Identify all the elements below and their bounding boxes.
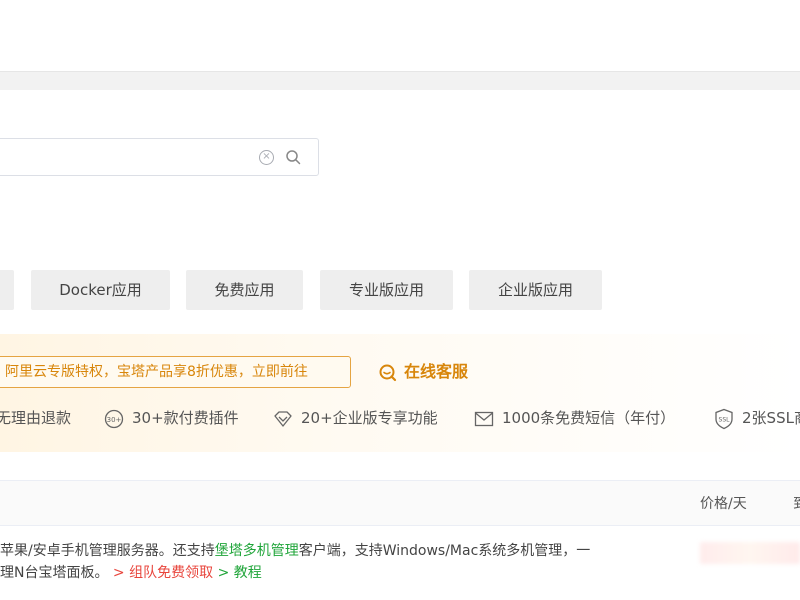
online-service-label: 在线客服 [404, 362, 469, 381]
feature-sms: 1000条免费短信（年付） [474, 406, 675, 430]
search-input[interactable] [0, 139, 249, 175]
diamond-icon [274, 410, 292, 427]
tab-enterprise-apps[interactable]: 企业版应用 [469, 270, 602, 310]
section-gap [0, 72, 800, 90]
top-header-bar [0, 0, 800, 72]
row-description: 苹果/安卓手机管理服务器。还支持堡塔多机管理客户端，支持Windows/Mac系… [0, 540, 680, 584]
team-free-link[interactable]: > 组队免费领取 [108, 565, 213, 581]
tutorial-link[interactable]: > 教程 [213, 565, 262, 581]
aliyun-promo-link[interactable]: 阿里云专版特权，宝塔产品享8折优惠，立即前往 [0, 356, 351, 388]
table-header: 价格/天 到 [0, 480, 800, 526]
promo-banner: 阿里云专版特权，宝塔产品享8折优惠，立即前往 在线客服 无理由退款 30+ 30… [0, 334, 800, 452]
feature-refund: 无理由退款 [0, 406, 71, 430]
tab-docker-apps[interactable]: Docker应用 [31, 270, 170, 310]
column-header-next[interactable]: 到 [793, 481, 800, 527]
chat-bubble-icon [379, 364, 397, 381]
description-text: 客户端，支持Windows/Mac系统多机管理，一 [298, 543, 591, 559]
description-text: 理N台宝塔面板。 [0, 565, 109, 581]
svg-text:30+: 30+ [107, 416, 122, 424]
table-row: 苹果/安卓手机管理服务器。还支持堡塔多机管理客户端，支持Windows/Mac系… [0, 526, 800, 600]
svg-text:SSL: SSL [719, 416, 731, 423]
blurred-price [700, 542, 800, 564]
search-icon[interactable] [285, 149, 301, 165]
tab-free-apps[interactable]: 免费应用 [186, 270, 303, 310]
feature-plugins: 30+ 30+款付费插件 [104, 406, 239, 430]
column-header-price[interactable]: 价格/天 [700, 481, 747, 527]
feature-label: 30+款付费插件 [132, 409, 239, 427]
description-line-2: 理N台宝塔面板。 > 组队免费领取 > 教程 [0, 562, 680, 584]
category-tabs: Docker应用 免费应用 专业版应用 企业版应用 [0, 270, 800, 310]
multi-manage-link[interactable]: 堡塔多机管理 [215, 543, 299, 559]
feature-label: 2张SSL商 [742, 409, 800, 427]
clear-icon[interactable]: × [259, 150, 274, 165]
tab-category-partial[interactable] [0, 270, 14, 310]
description-line-1: 苹果/安卓手机管理服务器。还支持堡塔多机管理客户端，支持Windows/Mac系… [0, 540, 680, 562]
description-text: 苹果/安卓手机管理服务器。还支持 [0, 543, 215, 559]
tab-pro-apps[interactable]: 专业版应用 [320, 270, 453, 310]
feature-label: 1000条免费短信（年付） [502, 409, 676, 427]
plugin-30-icon: 30+ [104, 409, 124, 428]
online-service-button[interactable]: 在线客服 [378, 356, 468, 388]
feature-enterprise: 20+企业版专享功能 [273, 406, 438, 430]
feature-label: 20+企业版专享功能 [301, 409, 438, 427]
search-box[interactable]: × [0, 138, 319, 176]
software-store-panel: × Docker应用 免费应用 专业版应用 企业版应用 阿里云专版特权，宝塔产品… [0, 90, 800, 600]
mail-icon [474, 411, 494, 426]
ssl-shield-icon: SSL [715, 408, 733, 429]
feature-ssl: SSL 2张SSL商 [714, 406, 800, 430]
feature-label: 无理由退款 [0, 409, 72, 427]
